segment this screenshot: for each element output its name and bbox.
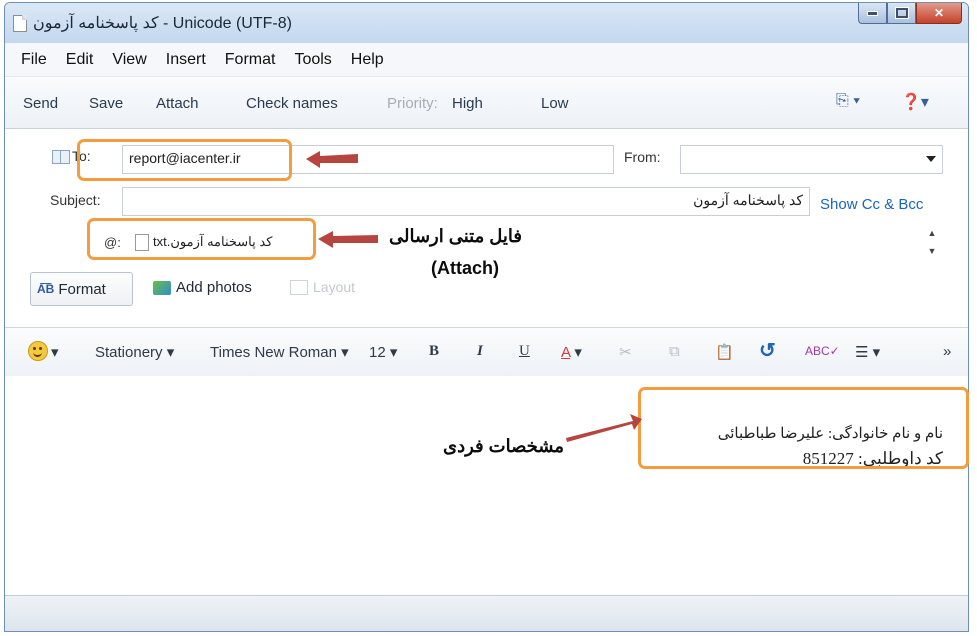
spellcheck-icon[interactable]: ABC✓ xyxy=(805,344,840,358)
attachment-scroll[interactable]: ▲ ▼ xyxy=(925,228,939,256)
attachment-highlight xyxy=(87,218,316,260)
status-bar xyxy=(5,595,968,631)
to-field-highlight xyxy=(77,139,292,181)
attach-caption-english: (Attach) xyxy=(431,258,499,278)
attach-button[interactable]: Attach xyxy=(156,95,199,112)
close-icon: ✕ xyxy=(933,6,945,20)
stationery-label: Stationery xyxy=(95,344,163,361)
scroll-down-icon[interactable]: ▼ xyxy=(928,246,937,256)
menu-edit[interactable]: Edit xyxy=(66,51,94,69)
list-dropdown[interactable]: ☰ ▾ xyxy=(855,343,880,361)
priority-label: Priority: xyxy=(387,95,438,112)
bold-button[interactable]: B xyxy=(429,343,439,360)
address-book-icon[interactable] xyxy=(52,150,70,164)
body-highlight xyxy=(638,387,969,469)
paste-icon[interactable]: 📋 xyxy=(715,343,734,361)
priority-high-button[interactable]: High xyxy=(452,95,483,112)
italic-button[interactable]: I xyxy=(477,343,483,360)
check-names-button[interactable]: Check names xyxy=(246,95,338,112)
window-title: کد پاسخنامه آزمون - Unicode (UTF-8) xyxy=(33,15,292,32)
from-select[interactable] xyxy=(680,145,943,174)
photo-icon xyxy=(153,280,171,295)
document-icon xyxy=(13,15,27,32)
emoticon-dropdown-icon[interactable]: ▾ xyxy=(51,343,59,361)
priority-low-button[interactable]: Low xyxy=(541,95,569,112)
emoticon-icon[interactable] xyxy=(28,341,48,361)
menu-format[interactable]: Format xyxy=(225,51,276,69)
close-button[interactable]: ✕ xyxy=(916,3,962,24)
copy-icon: ⧉ xyxy=(669,343,680,360)
cut-icon: ✂ xyxy=(619,344,632,361)
font-color-icon: A xyxy=(561,344,571,361)
font-name-value: Times New Roman xyxy=(210,344,337,361)
menu-tools[interactable]: Tools xyxy=(294,51,331,69)
subject-field[interactable]: کد پاسخنامه آزمون xyxy=(122,187,810,216)
font-name-dropdown[interactable]: Times New Roman ▾ xyxy=(210,343,349,361)
add-photos-label: Add photos xyxy=(176,279,252,296)
menu-file[interactable]: File xyxy=(21,51,47,69)
chevron-down-icon xyxy=(926,156,936,162)
save-button[interactable]: Save xyxy=(89,95,123,112)
underline-button[interactable]: U xyxy=(519,343,530,360)
format-icon: A͞B xyxy=(37,282,55,296)
send-button[interactable]: Send xyxy=(23,95,58,112)
font-size-dropdown[interactable]: 12 ▾ xyxy=(369,343,397,361)
menu-bar: File Edit View Insert Format Tools Help xyxy=(5,43,968,77)
layout-label: Layout xyxy=(313,279,356,295)
toolbar: Send Save Attach Check names Priority: H… xyxy=(5,78,968,129)
help-icon[interactable]: ❓▾ xyxy=(901,92,929,112)
format-button[interactable]: A͞B Format xyxy=(30,272,133,306)
maximize-button[interactable] xyxy=(887,3,916,24)
font-size-value: 12 xyxy=(369,344,386,361)
view-options-icon[interactable]: ⎘ ▾ xyxy=(836,92,860,110)
minimize-icon xyxy=(867,10,878,16)
window-controls: ✕ xyxy=(858,3,962,25)
subject-label: Subject: xyxy=(50,192,101,208)
font-color-button[interactable]: A ▾ xyxy=(561,343,582,361)
show-cc-bcc-link[interactable]: Show Cc & Bcc xyxy=(820,196,923,213)
layout-icon xyxy=(290,279,308,295)
identity-caption: مشخصات فردی xyxy=(443,436,564,456)
stationery-dropdown[interactable]: Stationery ▾ xyxy=(95,343,174,361)
attach-caption: فایل متنی ارسالی xyxy=(389,226,522,246)
subject-value: کد پاسخنامه آزمون xyxy=(693,192,803,208)
formatting-toolbar: ▾ Stationery ▾ Times New Roman ▾ 12 ▾ B … xyxy=(5,327,968,377)
scroll-up-icon[interactable]: ▲ xyxy=(928,228,937,238)
list-icon: ☰ xyxy=(855,344,869,361)
maximize-icon xyxy=(894,7,909,19)
format-button-label: Format xyxy=(58,280,106,298)
from-label: From: xyxy=(624,149,661,165)
menu-help[interactable]: Help xyxy=(351,51,384,69)
more-tools-button[interactable]: » xyxy=(943,343,951,360)
email-compose-window: کد پاسخنامه آزمون - Unicode (UTF-8) ✕ Fi… xyxy=(4,2,969,632)
layout-button: Layout xyxy=(290,279,355,295)
title-bar: کد پاسخنامه آزمون - Unicode (UTF-8) ✕ xyxy=(5,3,968,43)
minimize-button[interactable] xyxy=(858,3,887,24)
menu-insert[interactable]: Insert xyxy=(166,51,206,69)
undo-icon[interactable]: ↺ xyxy=(759,338,776,363)
add-photos-button[interactable]: Add photos xyxy=(153,279,252,296)
menu-view[interactable]: View xyxy=(112,51,146,69)
